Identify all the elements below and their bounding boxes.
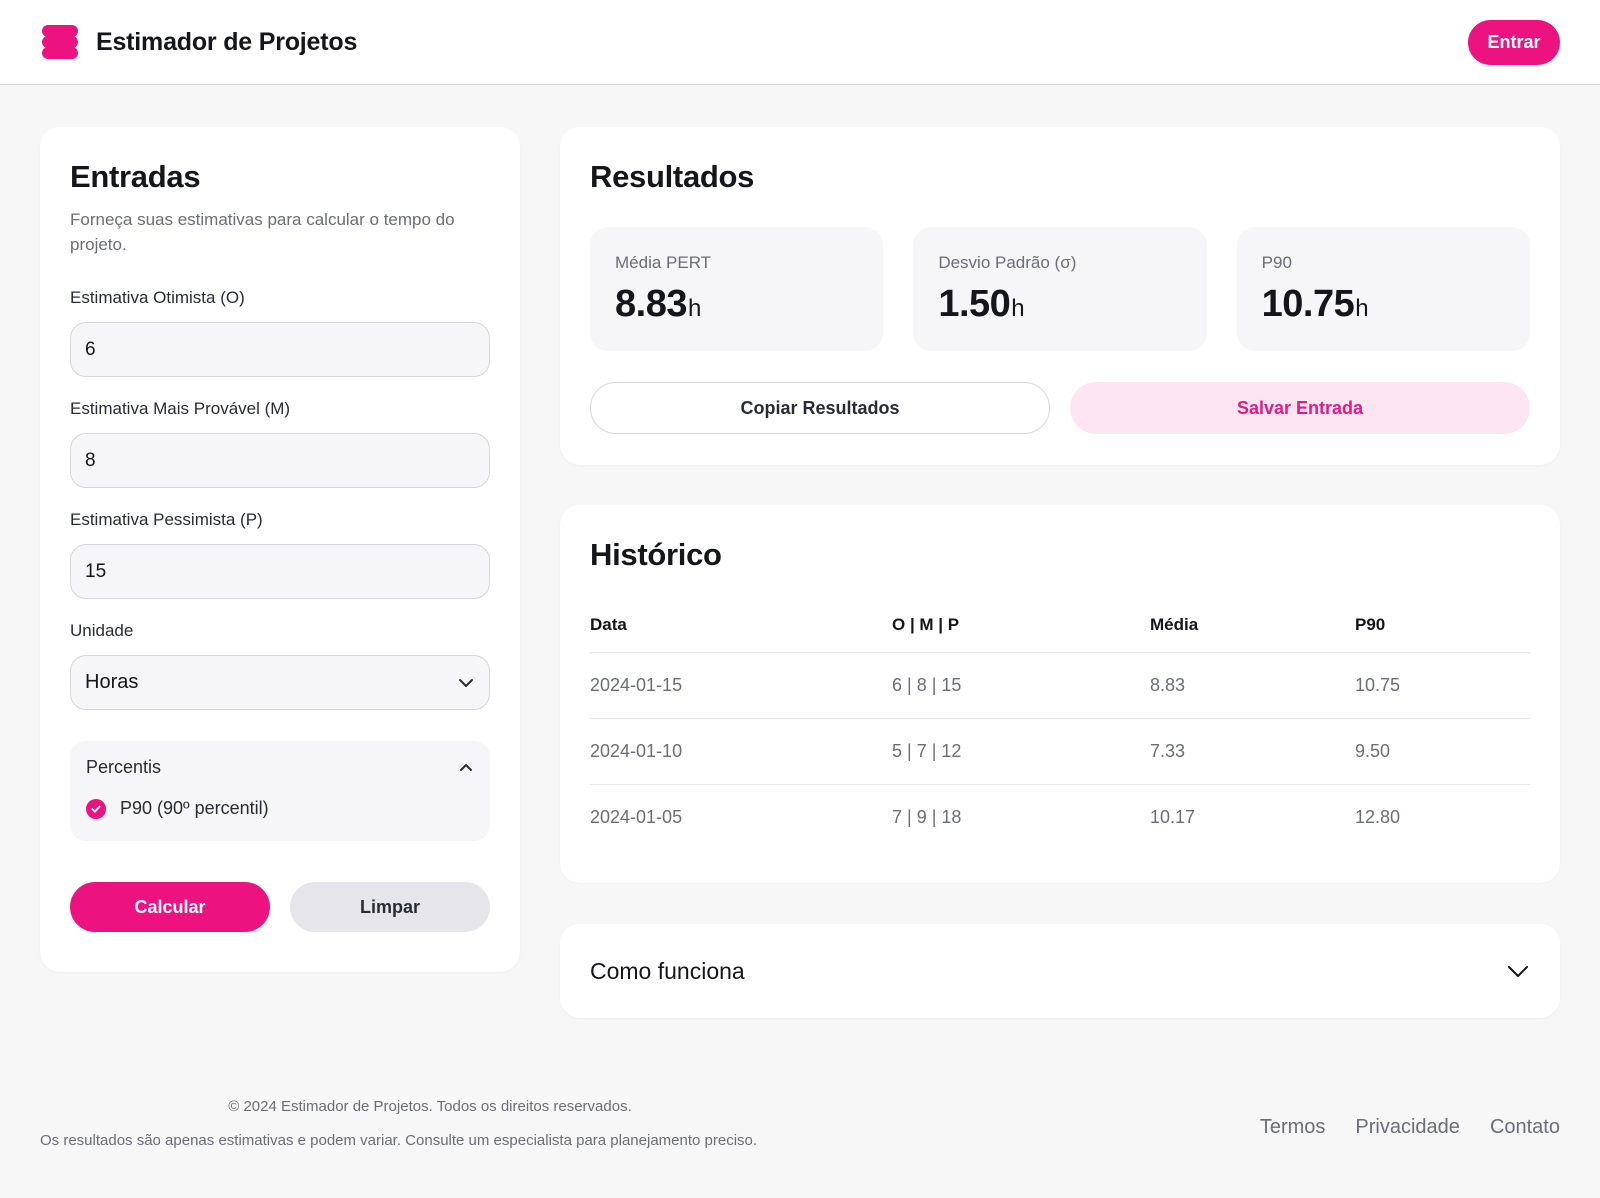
inputs-title: Entradas: [70, 159, 201, 194]
brand[interactable]: Estimador de Projetos: [42, 25, 357, 59]
stat-number: 10.75: [1261, 283, 1355, 325]
column-header: Data: [590, 599, 892, 653]
calculate-button[interactable]: Calcular: [70, 882, 270, 932]
chevron-down-icon: [1508, 966, 1528, 977]
p90-option-label: P90 (90º percentil): [120, 798, 269, 818]
inputs-card: Entradas Forneça suas estimativas para c…: [40, 127, 520, 972]
optimistic-field: Estimativa Otimista (O): [70, 288, 490, 377]
stat-label: Média PERT: [615, 253, 712, 272]
stat-std-dev: Desvio Padrão (σ) 1.50h: [913, 227, 1207, 351]
table-cell: 12.80: [1355, 806, 1401, 827]
table-cell: 2024-01-05: [590, 806, 683, 827]
history-card: Histórico Data O | M | P Média P90 2024-…: [560, 505, 1560, 883]
table-cell: 10.17: [1150, 806, 1196, 827]
results-title: Resultados: [590, 159, 755, 194]
pessimistic-input[interactable]: [70, 544, 490, 599]
app-header: Estimador de Projetos Entrar: [0, 0, 1600, 85]
stat-unit: h: [1011, 295, 1025, 322]
stat-value: 10.75h: [1262, 283, 1505, 326]
chevron-down-icon: [459, 678, 473, 687]
chevron-up-icon: [460, 763, 472, 771]
inputs-subtitle: Forneça suas estimativas para calcular o…: [70, 210, 455, 254]
table-cell: 2024-01-10: [590, 718, 892, 785]
contact-link[interactable]: Contato: [1490, 1116, 1560, 1139]
results-card: Resultados Média PERT 8.83h Desvio Padrã…: [560, 127, 1560, 465]
unit-label: Unidade: [70, 621, 134, 640]
column-header: Média: [1150, 599, 1355, 653]
footer-text: © 2024 Estimador de Projetos. Todos os d…: [40, 1098, 820, 1149]
stat-label: P90: [1261, 253, 1292, 272]
copyright-text: © 2024 Estimador de Projetos. Todos os d…: [228, 1098, 632, 1115]
inputs-actions: Calcular Limpar: [70, 882, 490, 932]
column-header: P90: [1355, 599, 1530, 653]
how-it-works-title: Como funciona: [590, 957, 745, 984]
column-header: O | M | P: [892, 599, 1150, 653]
stat-p90: P90 10.75h: [1236, 227, 1530, 351]
history-title: Histórico: [590, 537, 722, 572]
table-cell: 5 | 7 | 12: [892, 718, 1150, 785]
percentiles-header[interactable]: Percentis: [86, 757, 474, 778]
table-row[interactable]: 2024-01-10 5 | 7 | 12 7.33 9.50: [590, 718, 1530, 785]
table-row[interactable]: 2024-01-05 7 | 9 | 18 10.17 12.80: [590, 784, 1530, 850]
table-cell: 7.33: [1150, 718, 1355, 785]
stat-label: Desvio Padrão (σ): [938, 253, 1077, 272]
most-likely-input[interactable]: [70, 433, 490, 488]
stat-value: 8.83h: [615, 283, 858, 326]
unit-select[interactable]: Horas: [70, 655, 490, 710]
optimistic-input[interactable]: [70, 322, 490, 377]
table-cell: 7 | 9 | 18: [892, 806, 962, 827]
how-it-works-accordion[interactable]: Como funciona: [560, 924, 1560, 1018]
history-table: Data O | M | P Média P90 2024-01-15 6 | …: [590, 599, 1530, 850]
stats-row: Média PERT 8.83h Desvio Padrão (σ) 1.50h…: [590, 227, 1530, 351]
save-entry-button[interactable]: Salvar Entrada: [1070, 382, 1530, 434]
app-title: Estimador de Projetos: [96, 27, 358, 56]
login-button[interactable]: Entrar: [1468, 19, 1560, 65]
privacy-link[interactable]: Privacidade: [1355, 1116, 1460, 1139]
stat-number: 1.50: [938, 283, 1011, 325]
copy-results-button[interactable]: Copiar Resultados: [590, 382, 1050, 434]
table-header-row: Data O | M | P Média P90: [590, 599, 1530, 653]
stat-unit: h: [687, 295, 701, 322]
stat-number: 8.83: [615, 283, 687, 325]
most-likely-field: Estimativa Mais Provável (M): [70, 399, 490, 488]
stat-value: 1.50h: [938, 283, 1181, 326]
table-cell: 10.75: [1355, 652, 1530, 719]
stat-pert-mean: Média PERT 8.83h: [590, 227, 884, 351]
table-cell: 8.83: [1150, 652, 1355, 719]
disclaimer-text: Os resultados são apenas estimativas e p…: [40, 1132, 758, 1149]
check-circle-icon[interactable]: [86, 798, 106, 819]
unit-selected-value: Horas: [85, 671, 139, 693]
most-likely-label: Estimativa Mais Provável (M): [70, 399, 291, 418]
stat-unit: h: [1355, 295, 1369, 322]
clear-button[interactable]: Limpar: [290, 882, 490, 932]
stack-icon: [42, 25, 78, 59]
percentiles-panel: Percentis P90 (90º percentil): [70, 741, 490, 841]
p90-option[interactable]: P90 (90º percentil): [86, 798, 474, 819]
pessimistic-field: Estimativa Pessimista (P): [70, 510, 490, 599]
terms-link[interactable]: Termos: [1260, 1116, 1326, 1139]
pessimistic-label: Estimativa Pessimista (P): [70, 510, 263, 529]
table-cell: 6 | 8 | 15: [892, 652, 1150, 719]
results-actions: Copiar Resultados Salvar Entrada: [590, 382, 1530, 434]
footer-links: Termos Privacidade Contato: [1260, 1116, 1560, 1139]
table-cell: 9.50: [1355, 718, 1530, 785]
unit-field: Unidade Horas: [70, 621, 490, 710]
percentiles-label: Percentis: [86, 757, 162, 777]
table-cell: 2024-01-15: [590, 652, 892, 719]
table-row[interactable]: 2024-01-15 6 | 8 | 15 8.83 10.75: [590, 652, 1530, 719]
optimistic-label: Estimativa Otimista (O): [70, 288, 245, 307]
